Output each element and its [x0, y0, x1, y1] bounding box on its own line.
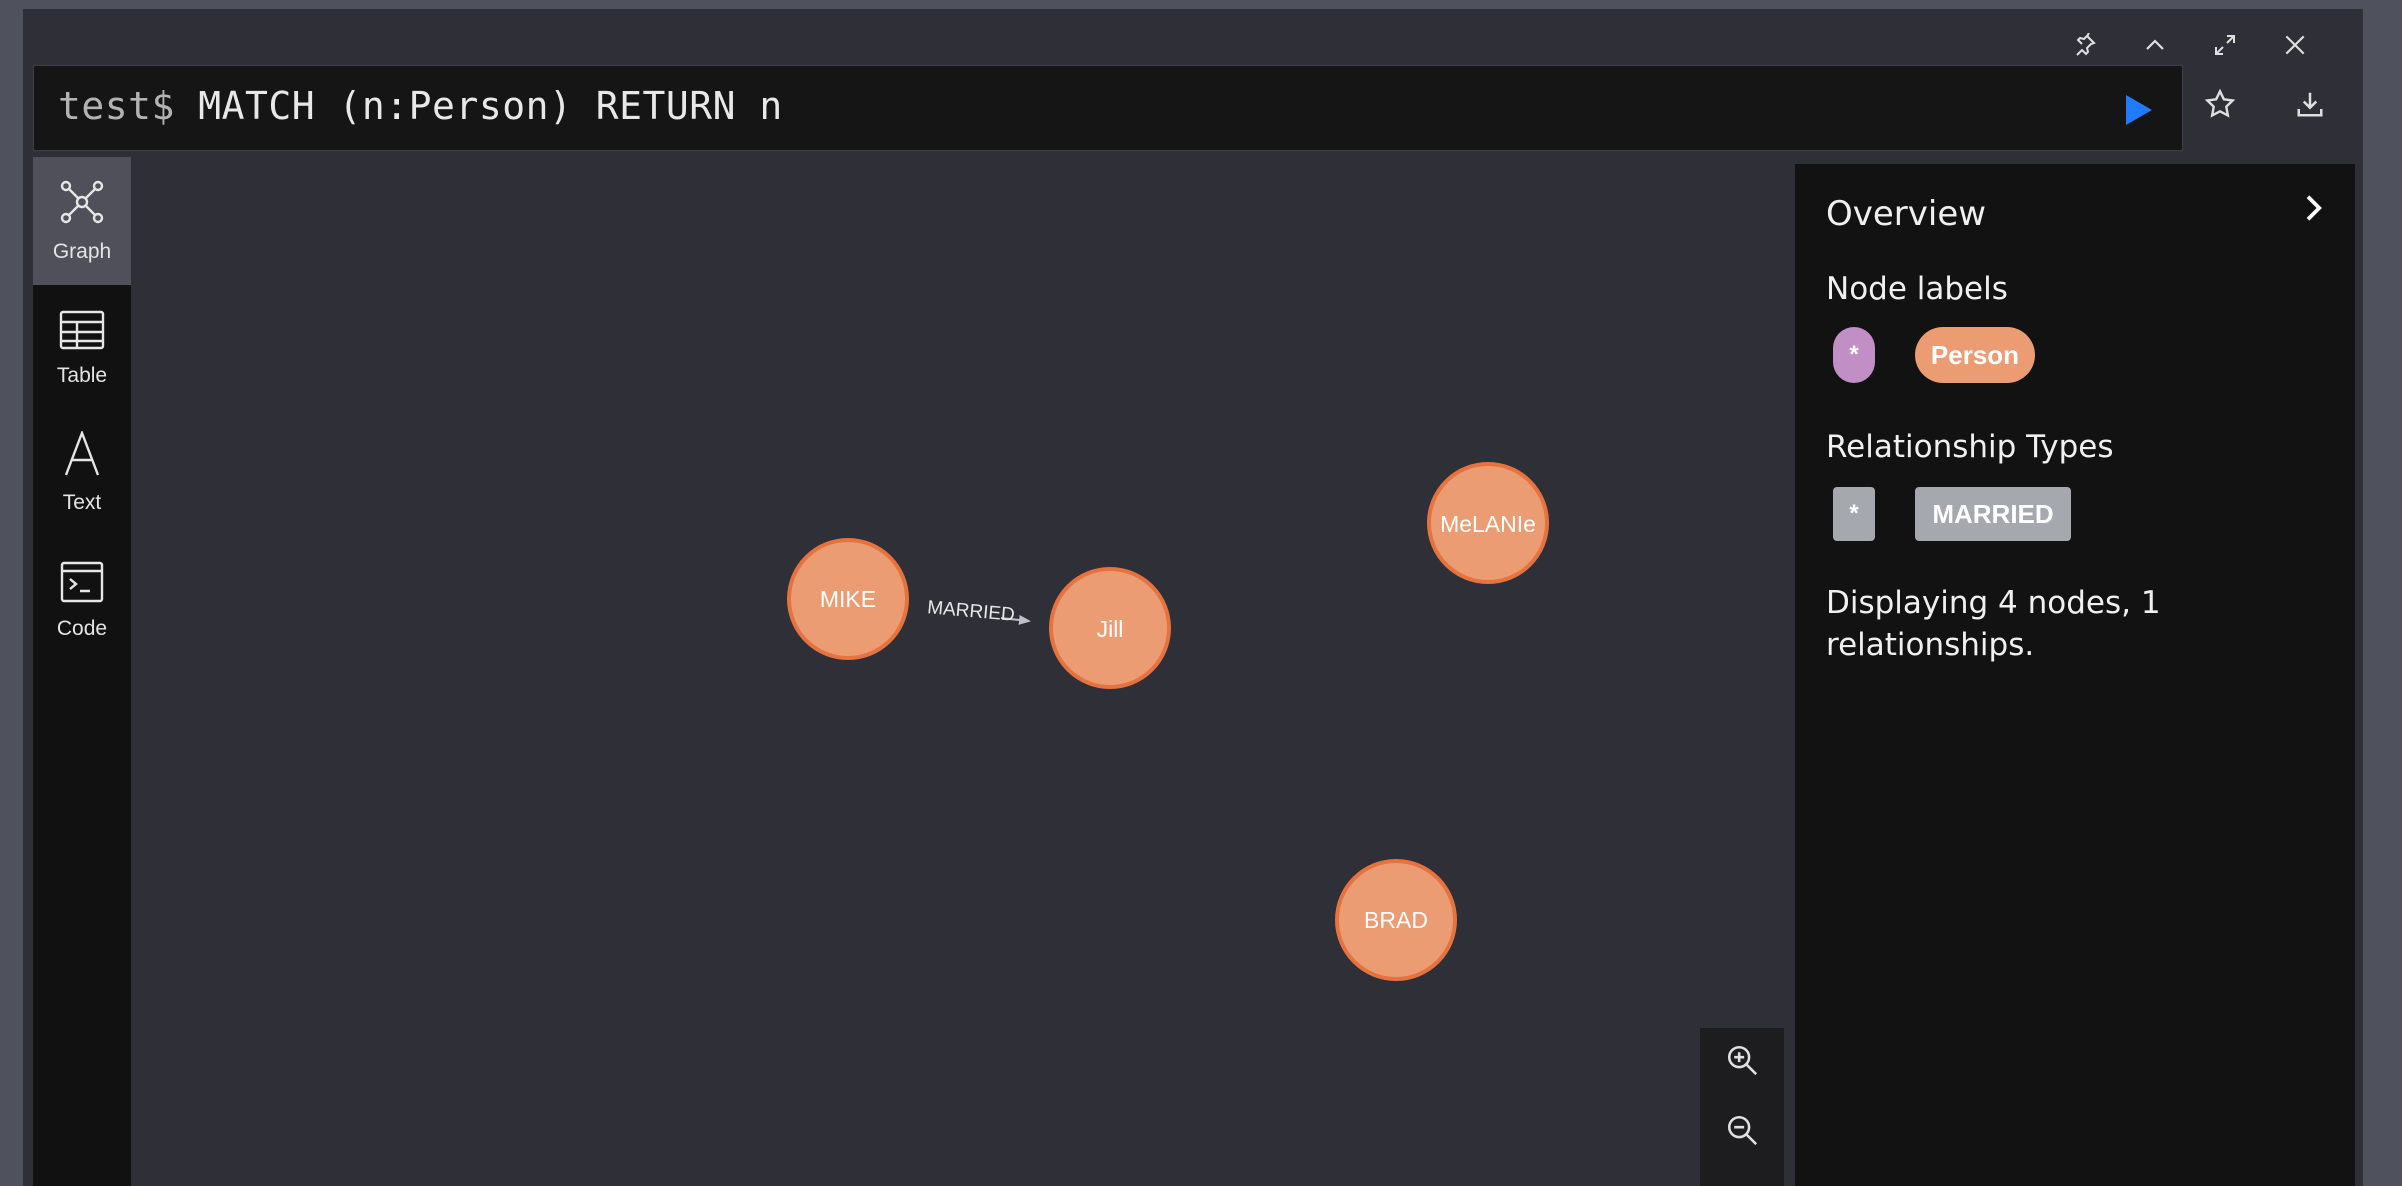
relationship-types-heading: Relationship Types: [1826, 429, 2114, 465]
editor-prompt: test$: [58, 84, 175, 128]
sidebar-item-label: Table: [56, 364, 108, 387]
node-jill[interactable]: Jill: [1049, 567, 1171, 689]
relationship-type-married[interactable]: MARRIED: [1915, 487, 2071, 541]
sidebar-item-text[interactable]: Text: [33, 409, 131, 537]
query-text[interactable]: test$ MATCH (n:Person) RETURN n: [58, 84, 783, 128]
node-labels-heading: Node labels: [1826, 271, 2008, 307]
star-icon[interactable]: [2195, 79, 2245, 129]
result-frame: test$ MATCH (n:Person) RETURN n Graph Ta…: [23, 9, 2363, 1186]
query-editor[interactable]: test$ MATCH (n:Person) RETURN n: [33, 65, 2183, 151]
chevron-right-icon[interactable]: [2295, 190, 2331, 226]
node-label: MIKE: [820, 586, 876, 612]
sidebar-item-label: Code: [56, 617, 108, 640]
pin-icon[interactable]: [2063, 23, 2107, 67]
sidebar-item-label: Graph: [52, 240, 112, 263]
node-label: MeLANIe: [1440, 511, 1536, 537]
node-label-all[interactable]: *: [1833, 327, 1875, 383]
pill-label: *: [1849, 341, 1859, 368]
download-icon[interactable]: [2285, 79, 2335, 129]
code-icon: [60, 561, 104, 609]
sidebar-item-label: Text: [62, 491, 102, 514]
zoom-in-icon[interactable]: [1722, 1040, 1762, 1080]
node-label: BRAD: [1364, 907, 1428, 933]
overview-title: Overview: [1826, 194, 1987, 234]
graph-canvas[interactable]: MARRIED MIKE Jill MeLANIe BRAD: [131, 157, 1793, 1186]
node-label: Jill: [1097, 616, 1124, 642]
close-icon[interactable]: [2273, 23, 2317, 67]
pill-label: *: [1849, 500, 1859, 527]
pill-label: Person: [1930, 339, 2020, 370]
relationship-type-all[interactable]: *: [1833, 487, 1875, 541]
sidebar-item-table[interactable]: Table: [33, 285, 131, 413]
zoom-controls: [1700, 1028, 1784, 1186]
node-melanie[interactable]: MeLANIe: [1427, 462, 1549, 584]
sidebar-item-code[interactable]: Code: [33, 537, 131, 665]
graph-svg[interactable]: MARRIED MIKE Jill MeLANIe BRAD: [131, 157, 1793, 1186]
graph-icon: [58, 178, 106, 232]
text-icon: [62, 429, 102, 483]
query-string[interactable]: MATCH (n:Person) RETURN n: [198, 84, 782, 128]
play-icon[interactable]: [2120, 92, 2156, 128]
relationship-married[interactable]: MARRIED: [887, 597, 1031, 626]
node-brad[interactable]: BRAD: [1335, 859, 1457, 981]
chevron-up-icon[interactable]: [2133, 23, 2177, 67]
overview-summary: Displaying 4 nodes, 1 relationships.: [1826, 585, 2161, 663]
node-mike[interactable]: MIKE: [787, 538, 909, 660]
window-controls: [2063, 23, 2363, 71]
view-sidebar: Graph Table Text Code: [33, 157, 131, 1186]
expand-icon[interactable]: [2203, 23, 2247, 67]
table-icon: [59, 310, 105, 356]
overview-panel: Overview Node labels * Person Relationsh…: [1795, 164, 2355, 1186]
node-label-person[interactable]: Person: [1915, 327, 2035, 383]
sidebar-item-graph[interactable]: Graph: [33, 157, 131, 285]
relationship-label: MARRIED: [926, 597, 1015, 626]
zoom-out-icon[interactable]: [1722, 1110, 1762, 1150]
pill-label: MARRIED: [1932, 498, 2054, 529]
